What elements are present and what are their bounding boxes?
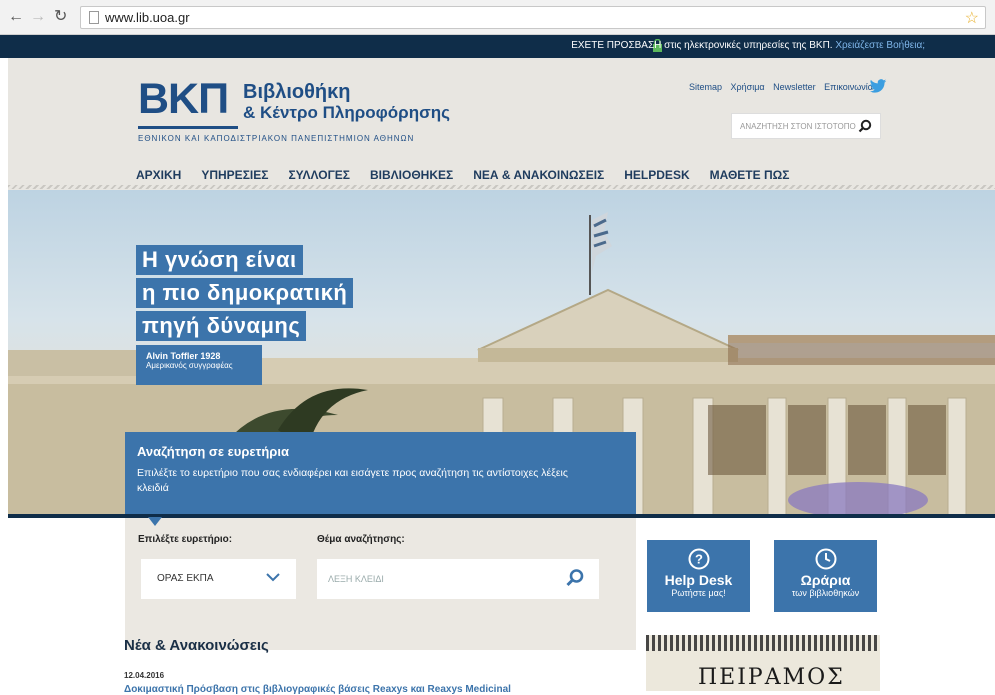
nav-item-libraries[interactable]: ΒΙΒΛΙΟΘΗΚΕΣ	[370, 168, 453, 182]
forward-icon[interactable]: →	[30, 9, 46, 25]
helpdesk-tile[interactable]: ? Help Desk Ρωτήστε μας!	[647, 540, 750, 612]
hours-title: Ωράρια	[800, 572, 851, 588]
nav-item-collections[interactable]: ΣΥΛΛΟΓΕΣ	[288, 168, 350, 182]
keyword-placeholder[interactable]: ΛΕΞΗ ΚΛΕΙΔΙ	[328, 574, 384, 584]
logo-line2: & Κέντρο Πληροφόρησης	[243, 103, 450, 122]
hours-tile[interactable]: Ωράρια των βιβλιοθηκών	[774, 540, 877, 612]
peiramos-banner[interactable]: ΠΕΙΡΑΜΟΣ	[646, 635, 880, 691]
index-select-value[interactable]: ΟΡΑΣ ΕΚΠΑ	[157, 573, 214, 584]
question-icon: ?	[688, 548, 709, 570]
help-link[interactable]: Χρειάζεστε Βοήθεια;	[835, 40, 925, 51]
reload-icon[interactable]: ↻	[54, 9, 67, 25]
news-headline-link[interactable]: Δοκιμαστική Πρόσβαση στις βιβλιογραφικές…	[124, 684, 511, 695]
banner-pattern	[646, 635, 880, 651]
access-text: ΕΧΕΤΕ ΠΡΟΣΒΑΣΗ στις ηλεκτρονικές υπηρεσί…	[571, 40, 833, 51]
access-bar: ΕΧΕΤΕ ΠΡΟΣΒΑΣΗ στις ηλεκτρονικές υπηρεσί…	[0, 35, 995, 58]
logo-subtitle: ΕΘΝΙΚΟΝ ΚΑΙ ΚΑΠΟΔΙΣΤΡΙΑΚΟΝ ΠΑΝΕΠΙΣΤΗΜΙΟΝ…	[138, 134, 415, 143]
nav-item-helpdesk[interactable]: HELPDESK	[624, 168, 689, 182]
nav-item-news[interactable]: ΝΕΑ & ΑΝΑΚΟΙΝΩΣΕΙΣ	[473, 168, 604, 182]
index-select[interactable]: ΟΡΑΣ ΕΚΠΑ	[141, 559, 296, 599]
site-search-placeholder[interactable]: ΑΝΑΖΗΤΗΣΗ ΣΤΟΝ ΙΣΤΟΤΟΠΟ	[740, 122, 856, 131]
helpdesk-title: Help Desk	[664, 572, 733, 588]
index-search-title: Αναζήτηση σε ευρετήρια	[137, 444, 289, 459]
quote-line-3: πηγή δύναμης	[136, 311, 307, 341]
svg-text:?: ?	[695, 552, 703, 567]
index-search-description: Επιλέξτε το ευρετήριο που σας ενδιαφέρει…	[137, 467, 568, 494]
main-nav: ΑΡΧΙΚΗ ΥΠΗΡΕΣΙΕΣ ΣΥΛΛΟΓΕΣ ΒΙΒΛΙΟΘΗΚΕΣ ΝΕ…	[136, 168, 789, 182]
nav-item-howto[interactable]: ΜΑΘΕΤΕ ΠΩΣ	[710, 168, 790, 182]
logo-line1: Βιβλιοθήκη	[243, 81, 351, 103]
browser-toolbar: ← → ↻ www.lib.uoa.gr ☆	[0, 0, 995, 35]
site-search-box[interactable]: ΑΝΑΖΗΤΗΣΗ ΣΤΟΝ ΙΣΤΟΤΟΠΟ	[731, 113, 881, 139]
util-link-newsletter[interactable]: Newsletter	[773, 82, 816, 92]
site-page: ΕΧΕΤΕ ΠΡΟΣΒΑΣΗ στις ηλεκτρονικές υπηρεσί…	[0, 35, 995, 695]
util-link-useful[interactable]: Χρήσιμα	[731, 82, 765, 92]
helpdesk-sub: Ρωτήστε μας!	[671, 588, 726, 598]
quote-line-1: Η γνώση είναι	[136, 245, 303, 275]
index-search-form: Επιλέξτε ευρετήριο: Θέμα αναζήτησης: ΟΡΑ…	[125, 518, 636, 650]
nav-item-services[interactable]: ΥΠΗΡΕΣΙΕΣ	[201, 168, 268, 182]
back-icon[interactable]: ←	[8, 9, 24, 25]
keyword-label: Θέμα αναζήτησης:	[317, 534, 405, 545]
select-index-label: Επιλέξτε ευρετήριο:	[138, 534, 233, 545]
bookmark-star-icon[interactable]: ☆	[965, 8, 979, 28]
hours-sub: των βιβλιοθηκών	[791, 588, 860, 598]
util-link-sitemap[interactable]: Sitemap	[689, 82, 722, 92]
twitter-icon[interactable]	[869, 79, 887, 94]
access-status: ΕΧΕΤΕ ΠΡΟΣΒΑΣΗ στις ηλεκτρονικές υπηρεσί…	[571, 40, 925, 51]
search-icon[interactable]	[858, 119, 872, 133]
panel-notch	[148, 517, 162, 526]
quote-author-box: Alvin Toffler 1928 Αμερικανός συγγραφέας	[136, 345, 262, 385]
site-header: ΒΚΠ Βιβλιοθήκη & Κέντρο Πληροφόρησης ΕΘΝ…	[8, 58, 995, 190]
nav-divider	[8, 185, 995, 189]
quote-author: Alvin Toffler 1928	[146, 351, 221, 361]
news-date: 12.04.2016	[124, 671, 165, 680]
logo-abbrev[interactable]: ΒΚΠ	[138, 75, 229, 124]
keyword-input[interactable]: ΛΕΞΗ ΚΛΕΙΔΙ	[317, 559, 599, 599]
quote-line-2: η πιο δημοκρατική	[136, 278, 354, 308]
index-search-header: Αναζήτηση σε ευρετήρια Επιλέξτε το ευρετ…	[125, 432, 636, 517]
search-icon[interactable]	[565, 568, 585, 588]
util-link-contact[interactable]: Επικοινωνία	[824, 82, 873, 92]
clock-icon	[815, 548, 836, 570]
news-section-title: Νέα & Ανακοινώσεις	[124, 637, 269, 654]
page-icon	[89, 11, 99, 24]
utility-links: Sitemap Χρήσιμα Newsletter Επικοινωνία	[683, 82, 873, 92]
logo-underline	[138, 126, 238, 129]
chevron-down-icon[interactable]	[266, 572, 280, 582]
banner-text: ΠΕΙΡΑΜΟΣ	[698, 665, 845, 690]
url-text[interactable]: www.lib.uoa.gr	[105, 10, 190, 25]
address-bar[interactable]: www.lib.uoa.gr ☆	[80, 6, 986, 29]
nav-item-home[interactable]: ΑΡΧΙΚΗ	[136, 168, 181, 182]
quote-author-desc: Αμερικανός συγγραφέας	[146, 361, 233, 370]
